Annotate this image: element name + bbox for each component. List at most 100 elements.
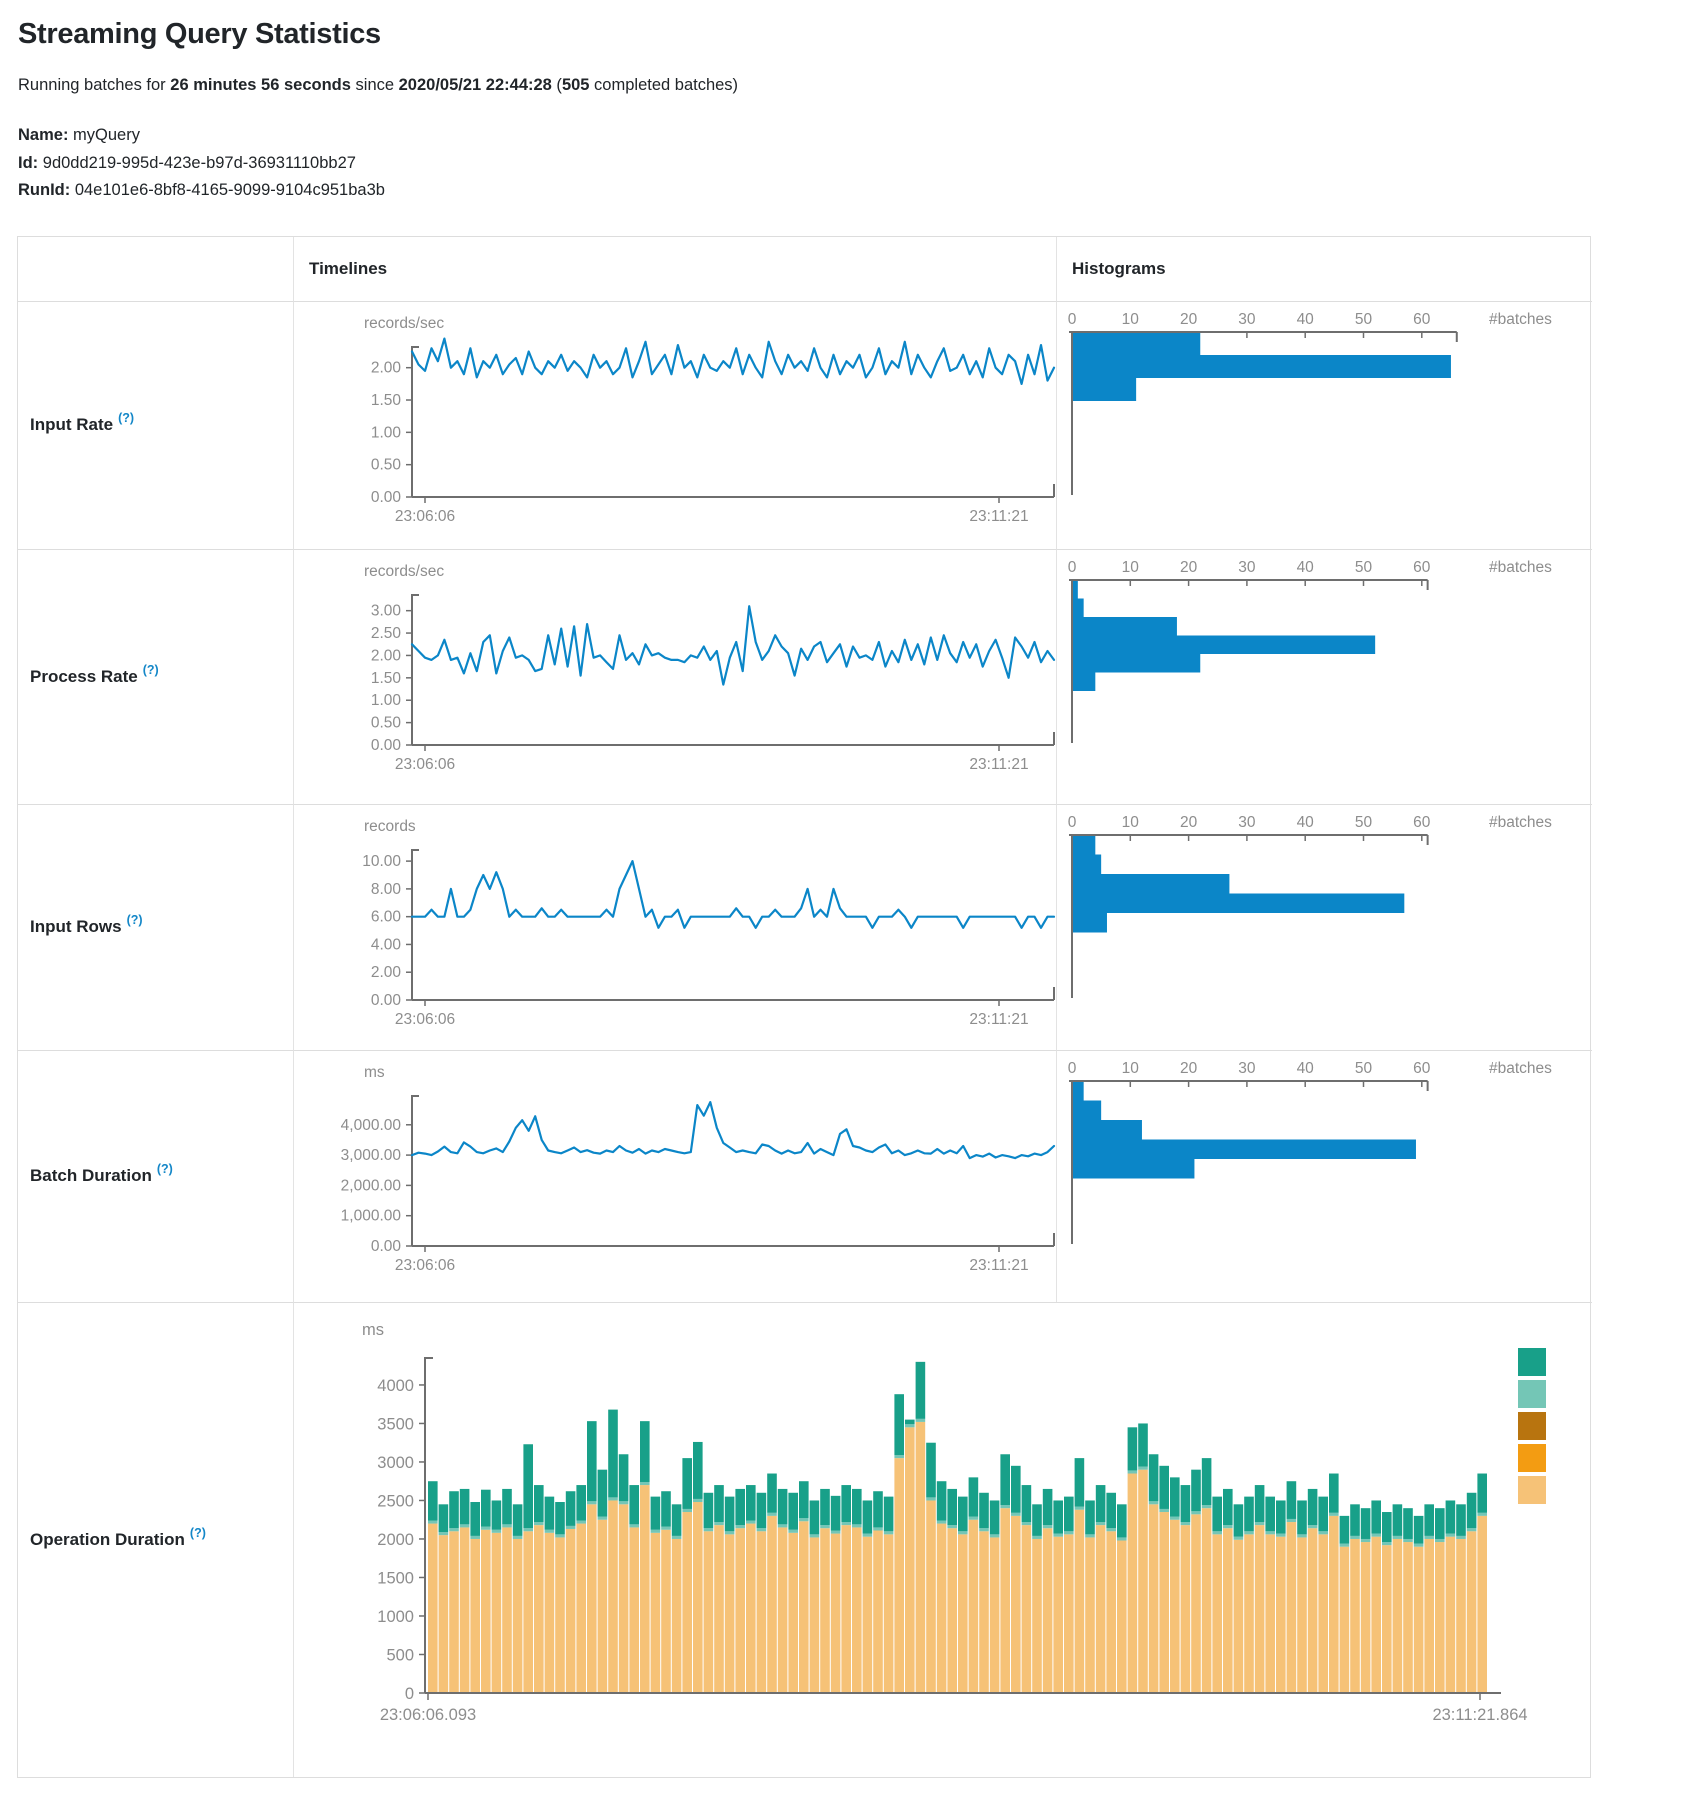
svg-text:20: 20 (1180, 814, 1198, 831)
help-icon[interactable]: (?) (190, 1526, 206, 1540)
paren-open: ( (552, 76, 562, 94)
svg-text:4.00: 4.00 (371, 936, 402, 953)
svg-text:30: 30 (1238, 311, 1256, 328)
svg-text:0.00: 0.00 (371, 992, 402, 1009)
svg-text:3500: 3500 (377, 1415, 414, 1433)
svg-text:0.00: 0.00 (371, 1238, 402, 1255)
row-label-text: Input Rate (30, 415, 113, 435)
svg-text:ms: ms (362, 1321, 384, 1339)
svg-text:40: 40 (1297, 814, 1315, 831)
svg-text:#batches: #batches (1489, 814, 1552, 831)
query-meta: Name: myQuery Id: 9d0dd219-995d-423e-b97… (18, 122, 1673, 205)
row-label-text: Batch Duration (30, 1166, 152, 1186)
timeline-input-rows: records10.008.006.004.002.000.0023:06:06… (293, 804, 1056, 1050)
query-id-line: Id: 9d0dd219-995d-423e-b97d-36931110bb27 (18, 150, 1673, 178)
legend-swatch (1518, 1476, 1546, 1504)
svg-text:23:06:06: 23:06:06 (395, 1011, 455, 1028)
svg-text:3000: 3000 (377, 1453, 414, 1471)
svg-text:23:11:21.864: 23:11:21.864 (1432, 1706, 1527, 1724)
svg-text:3.00: 3.00 (371, 602, 402, 619)
svg-text:60: 60 (1413, 559, 1431, 576)
svg-text:records/sec: records/sec (364, 315, 444, 332)
svg-text:23:11:21: 23:11:21 (969, 1257, 1028, 1274)
query-runid-line: RunId: 04e101e6-8bf8-4165-9099-9104c951b… (18, 177, 1673, 205)
svg-text:20: 20 (1180, 311, 1198, 328)
operation-duration-legend (1518, 1348, 1546, 1504)
legend-swatch (1518, 1444, 1546, 1472)
svg-text:8.00: 8.00 (371, 880, 402, 897)
svg-text:1.50: 1.50 (371, 392, 402, 409)
row-label-batch-duration: Batch Duration (?) (18, 1050, 293, 1302)
svg-text:1.00: 1.00 (371, 424, 402, 441)
svg-text:50: 50 (1355, 311, 1373, 328)
header-empty-cell (18, 237, 293, 301)
svg-text:30: 30 (1238, 1060, 1256, 1077)
runid-label: RunId: (18, 181, 70, 199)
svg-text:0: 0 (1068, 311, 1077, 328)
svg-text:2,000.00: 2,000.00 (341, 1177, 402, 1194)
svg-text:1.50: 1.50 (371, 669, 402, 686)
svg-text:2.00: 2.00 (371, 359, 402, 376)
svg-text:1000: 1000 (377, 1607, 414, 1625)
row-label-text: Input Rows (30, 917, 122, 937)
query-id: 9d0dd219-995d-423e-b97d-36931110bb27 (43, 154, 356, 172)
svg-text:4000: 4000 (377, 1376, 414, 1394)
svg-text:6.00: 6.00 (371, 908, 402, 925)
svg-text:10: 10 (1122, 559, 1140, 576)
histogram-input-rate: 0102030405060#batches (1056, 301, 1592, 549)
svg-text:40: 40 (1297, 559, 1315, 576)
input-rate-histogram: 0102030405060#batches (1057, 302, 1591, 512)
column-header-timelines: Timelines (293, 237, 1056, 301)
svg-text:0: 0 (1068, 1060, 1077, 1077)
svg-text:3,000.00: 3,000.00 (341, 1147, 402, 1164)
timeline-input-rate: records/sec2.001.501.000.500.0023:06:062… (293, 301, 1056, 549)
query-runid: 04e101e6-8bf8-4165-9099-9104c951ba3b (75, 181, 385, 199)
svg-text:records/sec: records/sec (364, 563, 444, 580)
svg-text:50: 50 (1355, 559, 1373, 576)
legend-swatch (1518, 1412, 1546, 1440)
svg-text:10: 10 (1122, 311, 1140, 328)
histogram-process-rate: 0102030405060#batches (1056, 549, 1592, 804)
svg-text:2.00: 2.00 (371, 647, 402, 664)
summary-suffix: completed batches) (589, 76, 738, 94)
query-name: myQuery (73, 126, 140, 144)
input-rate-line-chart: records/sec2.001.501.000.500.0023:06:062… (294, 302, 1057, 536)
svg-text:2000: 2000 (377, 1530, 414, 1548)
svg-text:0.00: 0.00 (371, 489, 402, 506)
svg-text:50: 50 (1355, 1060, 1373, 1077)
row-label-text: Process Rate (30, 667, 138, 687)
svg-text:23:11:21: 23:11:21 (969, 756, 1028, 773)
svg-text:#batches: #batches (1489, 311, 1552, 328)
legend-swatch (1518, 1380, 1546, 1408)
input-rows-line-chart: records10.008.006.004.002.000.0023:06:06… (294, 805, 1057, 1039)
row-label-input-rows: Input Rows (?) (18, 804, 293, 1050)
svg-text:23:06:06: 23:06:06 (395, 508, 455, 525)
legend-swatch (1518, 1348, 1546, 1376)
help-icon[interactable]: (?) (127, 913, 143, 927)
row-label-process-rate: Process Rate (?) (18, 549, 293, 804)
svg-text:30: 30 (1238, 559, 1256, 576)
svg-text:10.00: 10.00 (362, 853, 401, 870)
svg-text:23:11:21: 23:11:21 (969, 1011, 1028, 1028)
svg-text:1,000.00: 1,000.00 (341, 1207, 402, 1224)
completed-batches-count: 505 (562, 76, 590, 94)
batch-duration-histogram: 0102030405060#batches (1057, 1051, 1591, 1261)
svg-text:23:06:06: 23:06:06 (395, 1257, 455, 1274)
name-label: Name: (18, 126, 68, 144)
help-icon[interactable]: (?) (157, 1162, 173, 1176)
svg-text:2500: 2500 (377, 1492, 414, 1510)
running-batches-summary: Running batches for 26 minutes 56 second… (18, 76, 1673, 95)
help-icon[interactable]: (?) (118, 411, 134, 425)
svg-text:23:06:06.093: 23:06:06.093 (380, 1706, 476, 1724)
row-label-input-rate: Input Rate (?) (18, 301, 293, 549)
svg-text:20: 20 (1180, 1060, 1198, 1077)
help-icon[interactable]: (?) (143, 663, 159, 677)
svg-text:0.50: 0.50 (371, 714, 402, 731)
svg-text:0: 0 (405, 1685, 414, 1703)
svg-text:10: 10 (1122, 1060, 1140, 1077)
column-header-histograms: Histograms (1056, 237, 1592, 301)
svg-text:23:11:21: 23:11:21 (969, 508, 1028, 525)
timeline-process-rate: records/sec3.002.502.001.501.000.500.002… (293, 549, 1056, 804)
page-header: Streaming Query Statistics Running batch… (0, 0, 1693, 205)
operation-duration-chart-cell: ms4000350030002500200015001000500023:06:… (293, 1302, 1592, 1777)
